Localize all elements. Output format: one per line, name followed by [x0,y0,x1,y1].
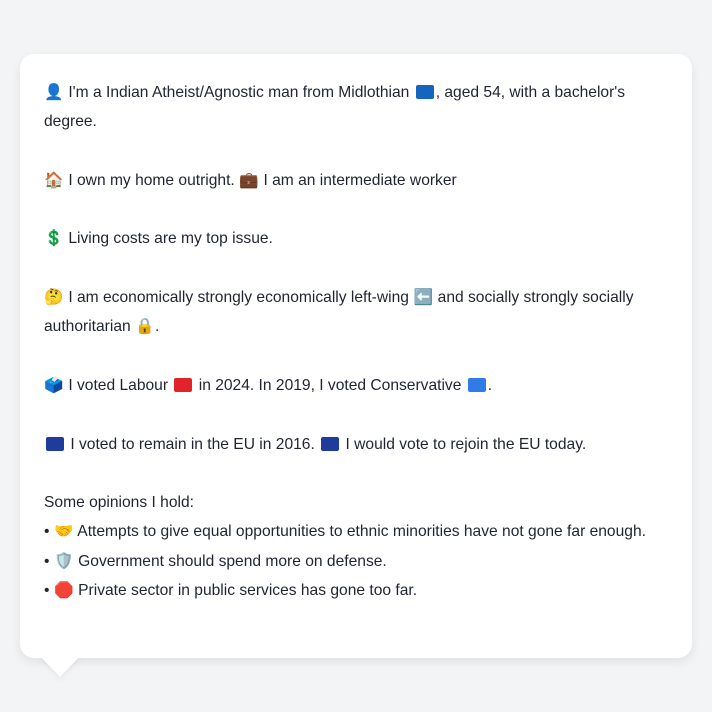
ideology-line: 🤔 I am economically strongly economicall… [44,283,672,342]
identity-line: 👤 I'm a Indian Atheist/Agnostic man from… [44,78,672,137]
person-icon: 👤 [44,83,64,101]
speech-bubble-tail [40,656,80,677]
lock-icon: 🔒 [135,317,155,336]
opinions-heading: Some opinions I hold: [44,494,194,512]
scotland-flag-icon [415,85,434,99]
shield-icon: 🛡️ [54,551,74,570]
vote-2019-text: in 2024. In 2019, I voted Conservative [198,376,462,394]
issue-text: Living costs are my top issue. [68,230,273,248]
eu-flag-icon [321,436,340,451]
opinion-text: Private sector in public services has go… [78,582,418,600]
opinion-item: • 🤝 Attempts to give equal opportunities… [44,517,672,546]
economic-text: I am economically strongly economically … [68,289,409,307]
opinion-item: • 🛑 Private sector in public services ha… [44,576,672,605]
red-square-icon [174,377,193,392]
eu-line: I voted to remain in the EU in 2016. I w… [44,430,672,459]
period: . [487,376,493,394]
housing-line: 🏠 I own my home outright. 💼 I am an inte… [44,166,672,195]
issue-line: 💲 Living costs are my top issue. [44,224,672,253]
identity-text: I'm a Indian Atheist/Agnostic man from M… [68,84,410,101]
ballot-box-icon: 🗳️ [44,375,64,394]
opinion-text: Government should spend more on defense. [78,552,387,570]
eu-flag-icon [46,436,64,451]
votes-line: 🗳️ I voted Labour in 2024. In 2019, I vo… [44,371,672,400]
work-text: I am an intermediate worker [263,171,457,189]
stop-sign-icon: 🛑 [54,581,74,600]
bullet: • [44,523,50,541]
thinking-face-icon: 🤔 [44,288,64,307]
bullet: • [44,582,50,600]
period: . [155,318,160,336]
opinion-item: • 🛡️ Government should spend more on def… [44,547,672,576]
left-arrow-icon: ⬅️ [413,288,433,307]
dollar-icon: 💲 [44,229,64,248]
profile-card: 👤 I'm a Indian Atheist/Agnostic man from… [20,54,692,658]
housing-text: I own my home outright. [68,171,235,189]
vote-2024-text: I voted Labour [68,376,169,394]
eu-today-text: I would vote to rejoin the EU today. [345,435,587,453]
eu-2016-text: I voted to remain in the EU in 2016. [70,435,315,453]
opinion-text: Attempts to give equal opportunities to … [77,523,646,541]
handshake-icon: 🤝 [54,522,74,541]
blue-square-icon [467,377,486,392]
house-icon: 🏠 [44,170,64,189]
bullet: • [44,552,50,570]
briefcase-icon: 💼 [239,170,259,189]
